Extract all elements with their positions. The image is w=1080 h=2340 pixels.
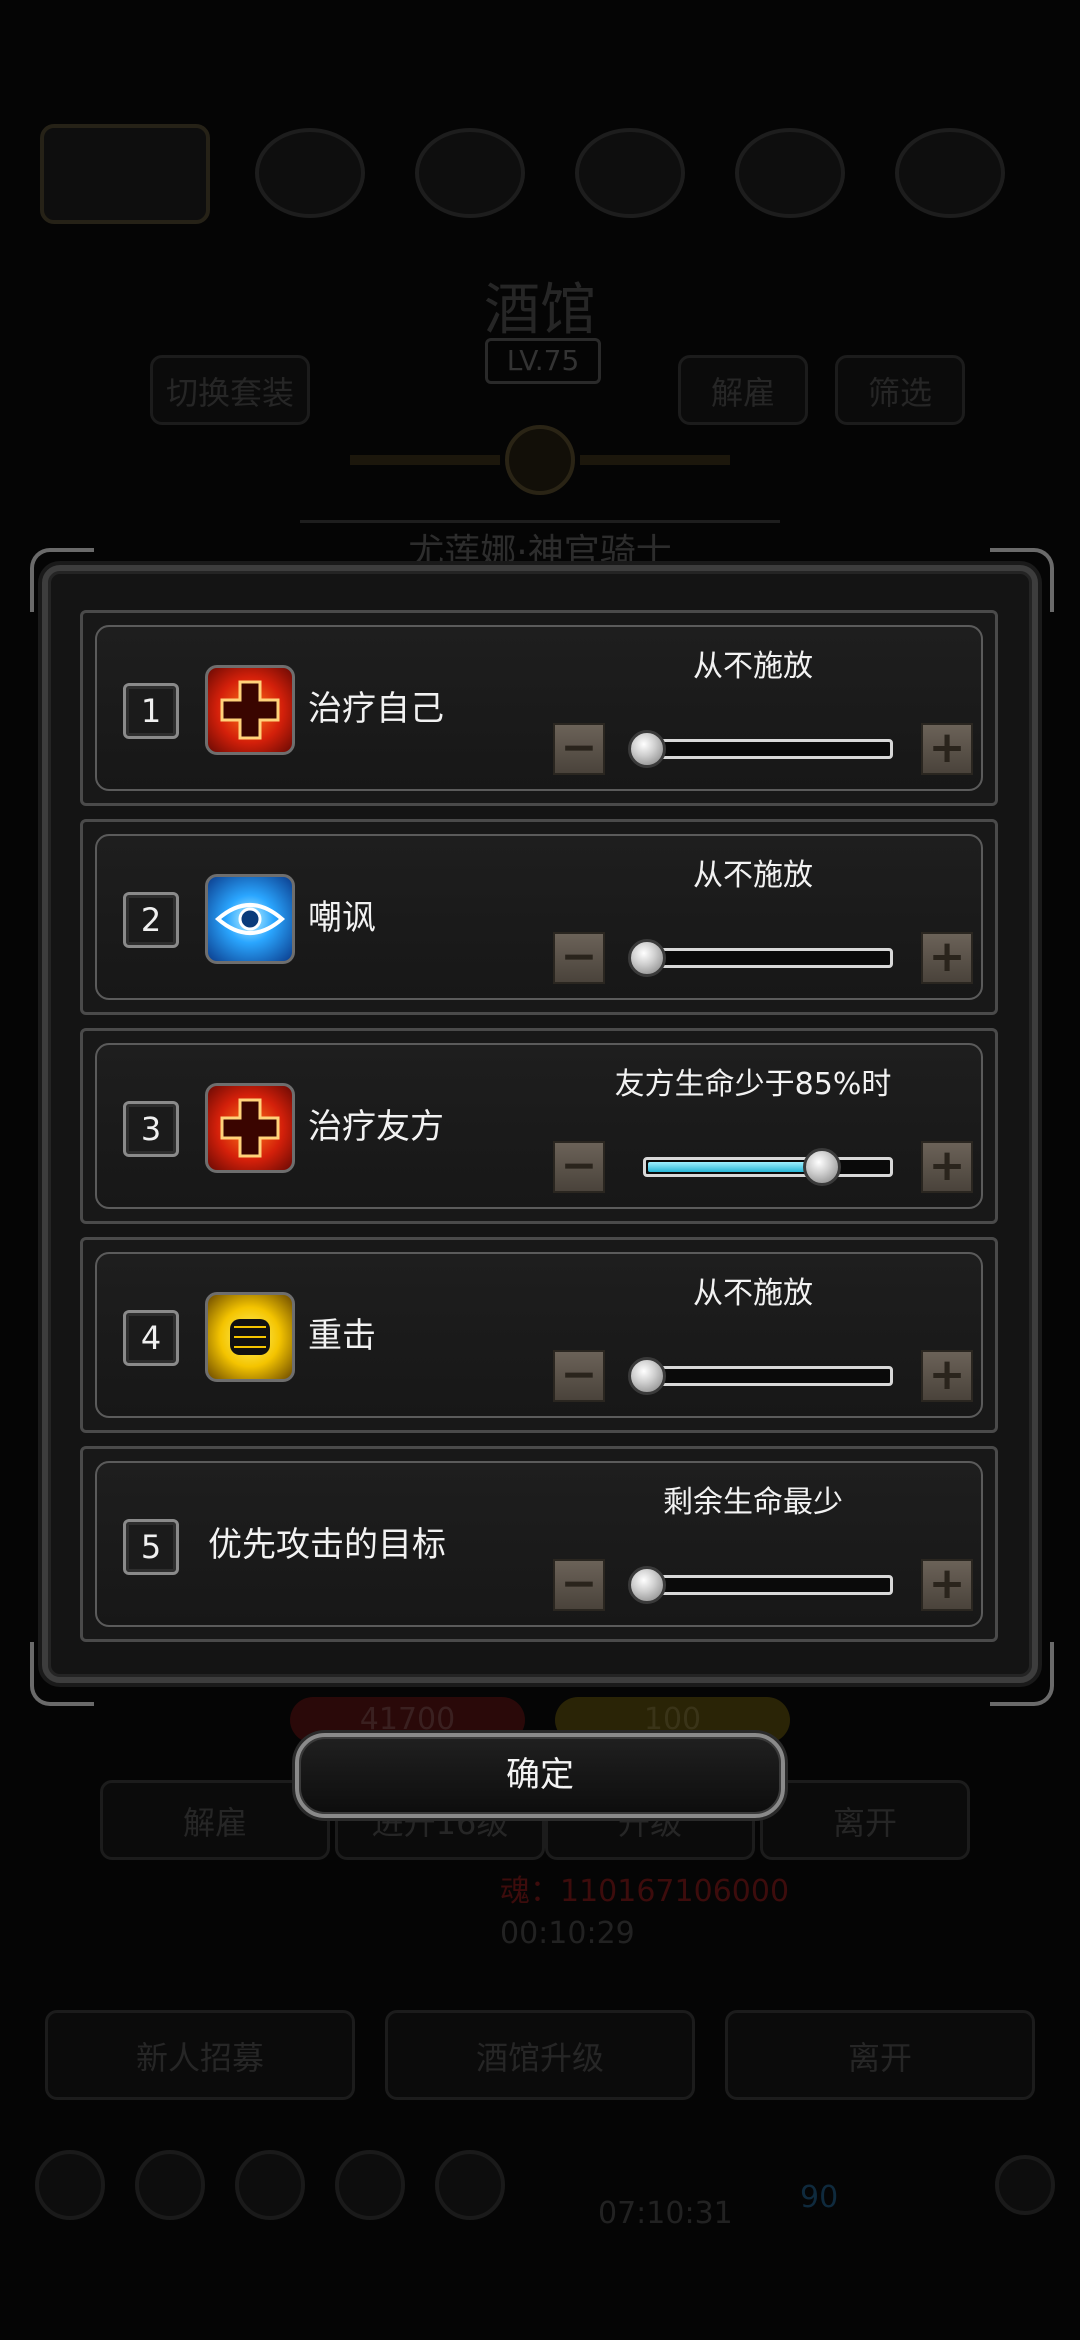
decrease-button[interactable]: − — [553, 1350, 605, 1402]
cast-condition-slider[interactable] — [628, 730, 893, 768]
soul-text: 魂：110167106000 — [500, 1874, 790, 1909]
decrease-button[interactable]: − — [553, 723, 605, 775]
filter-button: 筛选 — [835, 355, 965, 425]
decrease-button[interactable]: − — [553, 1141, 605, 1193]
skill-label: 治疗友方 — [308, 1107, 444, 1147]
tab-icon — [895, 128, 1005, 218]
cast-condition-slider[interactable] — [643, 1148, 893, 1186]
nav-icon — [135, 2150, 205, 2220]
skill-row: 1 治疗自己 从不施放 − + — [80, 610, 998, 806]
add-icon — [995, 2155, 1055, 2215]
increase-button[interactable]: + — [921, 723, 973, 775]
skill-label: 优先攻击的目标 — [208, 1525, 446, 1565]
increase-button[interactable]: + — [921, 932, 973, 984]
slider-fill — [648, 1162, 827, 1172]
tab-icon — [255, 128, 365, 218]
top-tab-bar — [30, 124, 1050, 224]
target-priority-row: 5 优先攻击的目标 剩余生命最少 − + — [80, 1446, 998, 1642]
slider-knob[interactable] — [628, 1566, 666, 1604]
cast-condition-text: 友方生命少于85%时 — [614, 1067, 892, 1102]
decrease-button[interactable]: − — [553, 932, 605, 984]
gem-count: 90 — [800, 2180, 839, 2215]
cast-condition-text: 从不施放 — [693, 1276, 813, 1311]
increase-button[interactable]: + — [921, 1141, 973, 1193]
cast-condition-text: 从不施放 — [693, 858, 813, 893]
target-condition-slider[interactable] — [628, 1566, 893, 1604]
leave-bottom-button: 离开 — [725, 2010, 1035, 2100]
tab-icon — [735, 128, 845, 218]
skill-row: 4 重击 从不施放 − + — [80, 1237, 998, 1433]
cast-condition-text: 从不施放 — [693, 649, 813, 684]
confirm-button[interactable]: 确定 — [295, 1733, 785, 1818]
panel-corner-ornament — [990, 1642, 1054, 1706]
nav-icon — [335, 2150, 405, 2220]
heal-cross-icon — [205, 665, 295, 755]
tavern-level: LV.75 — [485, 338, 601, 384]
increase-button[interactable]: + — [921, 1559, 973, 1611]
tab-icon — [575, 128, 685, 218]
row-number: 2 — [123, 892, 179, 948]
heal-cross-icon — [205, 1083, 295, 1173]
slider-knob[interactable] — [628, 939, 666, 977]
decrease-button[interactable]: − — [553, 1559, 605, 1611]
emblem-wing-right — [580, 455, 730, 465]
panel-corner-ornament — [990, 548, 1054, 612]
nav-icon — [35, 2150, 105, 2220]
recruit-button: 新人招募 — [45, 2010, 355, 2100]
skill-label: 嘲讽 — [308, 898, 376, 938]
slider-knob[interactable] — [628, 1357, 666, 1395]
panel-corner-ornament — [30, 548, 94, 612]
tavern-title: 酒馆 — [484, 278, 596, 343]
slider-knob[interactable] — [628, 730, 666, 768]
timer-text: 00:10:29 — [500, 1916, 635, 1951]
clock-text: 07:10:31 — [598, 2196, 733, 2231]
taunt-eye-icon — [205, 874, 295, 964]
panel-corner-ornament — [30, 1642, 94, 1706]
row-number: 3 — [123, 1101, 179, 1157]
cast-condition-slider[interactable] — [628, 1357, 893, 1395]
emblem-icon — [505, 425, 575, 495]
skill-label: 重击 — [308, 1316, 376, 1356]
row-number: 4 — [123, 1310, 179, 1366]
target-condition-text: 剩余生命最少 — [663, 1485, 843, 1520]
tavern-upgrade-button: 酒馆升级 — [385, 2010, 695, 2100]
increase-button[interactable]: + — [921, 1350, 973, 1402]
emblem-wing-left — [350, 455, 500, 465]
skill-row: 3 治疗友方 友方生命少于85%时 − + — [80, 1028, 998, 1224]
dismiss-top-button: 解雇 — [678, 355, 808, 425]
cast-condition-slider[interactable] — [628, 939, 893, 977]
row-number: 5 — [123, 1519, 179, 1575]
tab-tavern-icon — [40, 124, 210, 224]
nav-icon — [435, 2150, 505, 2220]
switch-equipment-button: 切换套装 — [150, 355, 310, 425]
skill-label: 治疗自己 — [308, 689, 444, 729]
leave-button: 离开 — [760, 1780, 970, 1860]
tab-icon — [415, 128, 525, 218]
fist-strike-icon — [205, 1292, 295, 1382]
slider-knob[interactable] — [803, 1148, 841, 1186]
nav-icon — [235, 2150, 305, 2220]
row-number: 1 — [123, 683, 179, 739]
skill-row: 2 嘲讽 从不施放 − + — [80, 819, 998, 1015]
